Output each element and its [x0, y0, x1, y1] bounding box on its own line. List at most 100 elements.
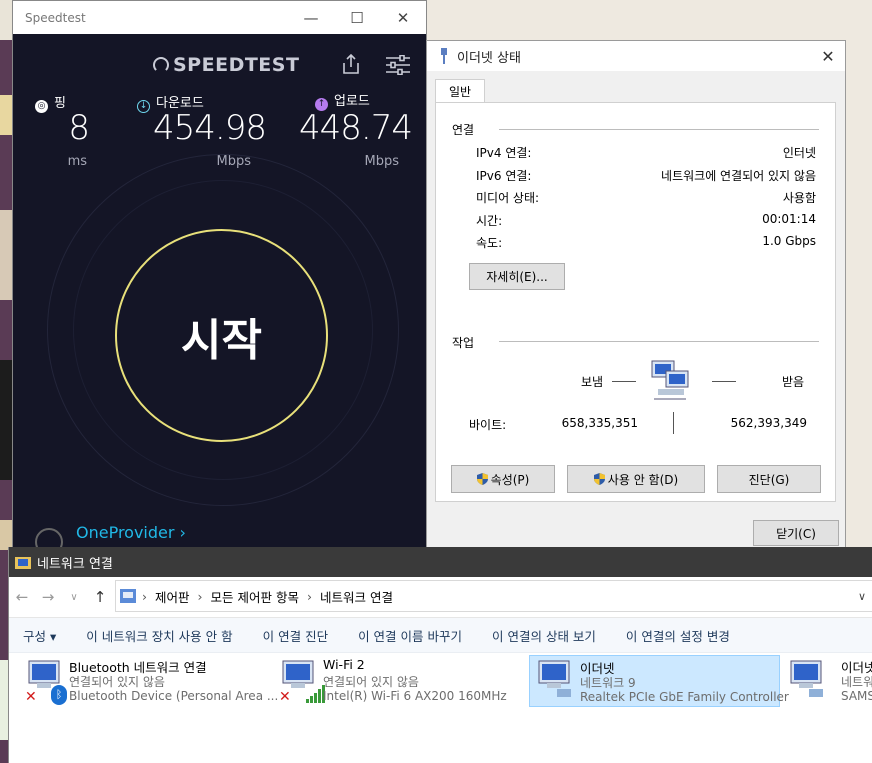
- row-value: 1.0 Gbps: [762, 234, 816, 248]
- change-settings-command[interactable]: 이 연결의 설정 변경: [626, 626, 730, 645]
- info-row: IPv4 연결: 인터넷: [476, 144, 816, 161]
- bytes-sent-value: 658,335,351: [561, 416, 638, 430]
- breadcrumb-item[interactable]: 제어판: [155, 587, 190, 606]
- explorer-title: 네트워크 연결: [37, 556, 113, 572]
- desktop-icon[interactable]: [0, 360, 12, 480]
- disable-button[interactable]: 사용 안 함(D): [567, 465, 705, 493]
- connection-item-ethernet[interactable]: 이더넷 네트워 SAMS: [785, 655, 872, 707]
- dropdown-chevron-icon[interactable]: ∨: [858, 590, 866, 603]
- window-title: Speedtest: [25, 10, 86, 25]
- network-folder-icon: [15, 557, 31, 569]
- recent-chevron-icon[interactable]: ∨: [61, 592, 87, 603]
- row-label: 시간:: [476, 214, 503, 228]
- share-icon[interactable]: [342, 54, 360, 74]
- sent-label: 보냄: [581, 375, 604, 389]
- details-button[interactable]: 자세히(E)...: [469, 263, 565, 290]
- connection-status: 네트워: [841, 675, 872, 689]
- received-line: [712, 381, 736, 382]
- uac-shield-icon: [593, 473, 605, 485]
- gauge-icon: [153, 57, 169, 73]
- diagnose-button[interactable]: 진단(G): [717, 465, 821, 493]
- connection-status: 연결되어 있지 않음: [323, 675, 419, 689]
- close-button[interactable]: 닫기(C): [753, 520, 839, 546]
- diagnose-command[interactable]: 이 연결 진단: [263, 626, 328, 645]
- breadcrumb-separator-icon: ›: [306, 588, 312, 604]
- connection-device: Intel(R) Wi-Fi 6 AX200 160MHz: [323, 689, 507, 703]
- rename-command[interactable]: 이 연결 이름 바꾸기: [358, 626, 462, 645]
- dialog-title: 이더넷 상태: [457, 50, 521, 66]
- forward-arrow-icon[interactable]: →: [35, 588, 61, 606]
- close-icon[interactable]: ✕: [811, 47, 845, 66]
- connection-device: Bluetooth Device (Personal Area ...: [69, 689, 279, 703]
- connection-group-label: 연결: [452, 123, 475, 137]
- address-bar[interactable]: › 제어판 › 모든 제어판 항목 › 네트워크 연결 ∨: [115, 580, 872, 612]
- row-label: 속도:: [476, 236, 503, 250]
- network-adapter-icon: [538, 660, 571, 697]
- wifi-signal-icon: [306, 685, 325, 703]
- bytes-received-value: 562,393,349: [730, 416, 807, 430]
- speedtest-window: Speedtest — ☐ ✕ SPEEDTEST ◎ 핑 8 ms ↓ 다운로드 …: [12, 0, 427, 548]
- bytes-divider: [673, 412, 674, 434]
- control-panel-icon: [120, 589, 136, 603]
- download-value: 454.98: [153, 108, 267, 148]
- network-adapter-icon: [790, 660, 823, 697]
- connection-item-bluetooth[interactable]: ✕ ᛒ Bluetooth 네트워크 연결 연결되어 있지 않음 Bluetoo…: [19, 655, 278, 707]
- desktop-icon[interactable]: [0, 210, 12, 300]
- connection-name: Wi-Fi 2: [323, 657, 365, 672]
- speedtest-logo: SPEEDTEST: [153, 54, 299, 76]
- bytes-label: 바이트:: [469, 418, 507, 432]
- back-arrow-icon[interactable]: ←: [9, 588, 35, 606]
- close-icon[interactable]: ✕: [380, 1, 426, 34]
- desktop-icon[interactable]: [0, 95, 12, 135]
- row-label: IPv4 연결:: [476, 146, 532, 160]
- group-divider: [499, 129, 819, 130]
- info-row: 시간: 00:01:14: [476, 212, 816, 229]
- breadcrumb-item[interactable]: 모든 제어판 항목: [211, 587, 299, 606]
- disable-device-command[interactable]: 이 네트워크 장치 사용 안 함: [86, 626, 232, 645]
- breadcrumb-item[interactable]: 네트워크 연결: [320, 587, 393, 606]
- explorer-titlebar[interactable]: 네트워크 연결: [9, 547, 872, 577]
- ping-icon: ◎: [35, 100, 48, 113]
- breadcrumb-separator-icon: ›: [142, 588, 147, 604]
- download-arrow-icon: ↓: [137, 100, 150, 113]
- row-label: 미디어 상태:: [476, 191, 540, 205]
- desktop-icon[interactable]: [0, 0, 12, 40]
- desktop-icon[interactable]: [0, 520, 12, 550]
- connection-item-ethernet-selected[interactable]: 이더넷 네트워크 9 Realtek PCIe GbE Family Contr…: [529, 655, 789, 707]
- tab-general[interactable]: 일반: [435, 79, 485, 104]
- info-row: IPv6 연결: 네트워크에 연결되어 있지 않음: [476, 167, 816, 184]
- connection-device: Realtek PCIe GbE Family Controller: [580, 690, 789, 704]
- organize-menu[interactable]: 구성 ▾: [23, 626, 56, 645]
- disable-label: 사용 안 함(D): [607, 472, 679, 487]
- ping-unit: ms: [67, 154, 87, 169]
- provider-link[interactable]: OneProvider ›: [76, 523, 186, 542]
- dialog-titlebar[interactable]: 이더넷 상태 ✕: [427, 41, 845, 71]
- sent-line: [612, 381, 636, 382]
- ping-value: 8: [68, 108, 90, 148]
- info-row: 미디어 상태: 사용함: [476, 189, 816, 206]
- start-button[interactable]: 시작: [115, 229, 328, 442]
- minimize-icon[interactable]: —: [288, 1, 334, 34]
- disconnected-x-icon: ✕: [25, 689, 37, 705]
- logo-text: SPEEDTEST: [173, 54, 300, 76]
- uac-shield-icon: [476, 473, 488, 485]
- row-value: 네트워크에 연결되어 있지 않음: [661, 169, 816, 183]
- connection-status: 연결되어 있지 않음: [69, 675, 165, 689]
- network-connections-window: 네트워크 연결 ← → ∨ ↑ › 제어판 › 모든 제어판 항목 › 네트워크…: [8, 547, 872, 763]
- command-bar: 구성 ▾ 이 네트워크 장치 사용 안 함 이 연결 진단 이 연결 이름 바꾸…: [9, 618, 872, 653]
- disconnected-x-icon: ✕: [279, 689, 291, 705]
- speedtest-titlebar[interactable]: Speedtest — ☐ ✕: [13, 1, 426, 34]
- connection-status: 네트워크 9: [580, 676, 636, 690]
- general-panel: 연결 IPv4 연결: 인터넷 IPv6 연결: 네트워크에 연결되어 있지 않음 …: [435, 102, 836, 502]
- settings-sliders-icon[interactable]: [386, 55, 410, 75]
- upload-value: 448.74: [299, 108, 413, 148]
- connection-item-wifi[interactable]: ✕ Wi-Fi 2 연결되어 있지 않음 Intel(R) Wi-Fi 6 AX…: [273, 655, 528, 707]
- maximize-icon[interactable]: ☐: [334, 1, 380, 34]
- row-label: IPv6 연결:: [476, 169, 532, 183]
- group-divider: [499, 341, 819, 342]
- up-arrow-icon[interactable]: ↑: [87, 588, 113, 606]
- upload-label-text: 업로드: [334, 94, 370, 109]
- properties-button[interactable]: 속성(P): [451, 465, 555, 493]
- bluetooth-icon: ᛒ: [51, 685, 67, 705]
- view-status-command[interactable]: 이 연결의 상태 보기: [492, 626, 596, 645]
